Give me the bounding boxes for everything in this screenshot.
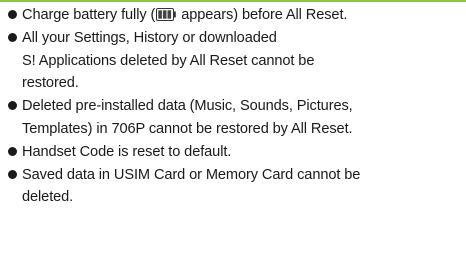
reset-notes-list: Charge battery fully ( appears) before A… <box>8 4 460 209</box>
bullet-icon <box>8 32 17 42</box>
note-line: Templates) in 706P cannot be restored by… <box>22 120 353 137</box>
note-saved-data: Saved data in USIM Card or Memory Card c… <box>8 164 460 210</box>
note-text: appears) before All Reset. <box>177 7 348 23</box>
note-line: Handset Code is reset to default. <box>22 143 232 160</box>
note-line: Saved data in USIM Card or Memory Card c… <box>22 166 361 183</box>
battery-full-icon <box>156 8 177 21</box>
note-line: Deleted pre-installed data (Music, Sound… <box>22 98 353 115</box>
bullet-icon <box>8 101 17 111</box>
note-line: S! Applications deleted by All Reset can… <box>22 52 315 69</box>
note-charge-battery: Charge battery fully ( appears) before A… <box>8 4 460 27</box>
bullet-icon <box>8 169 17 179</box>
bullet-icon <box>8 10 17 19</box>
bullet-icon <box>8 146 17 156</box>
note-handset-code: Handset Code is reset to default. <box>8 141 460 164</box>
note-settings-not-restored: All your Settings, History or downloaded… <box>8 27 460 95</box>
note-text: Charge battery fully ( <box>22 7 156 23</box>
note-line: restored. <box>22 75 79 92</box>
top-divider-rule <box>0 0 466 2</box>
note-line: All your Settings, History or downloaded <box>22 29 277 46</box>
note-line: deleted. <box>22 189 74 206</box>
note-preinstalled-data: Deleted pre-installed data (Music, Sound… <box>8 95 460 141</box>
